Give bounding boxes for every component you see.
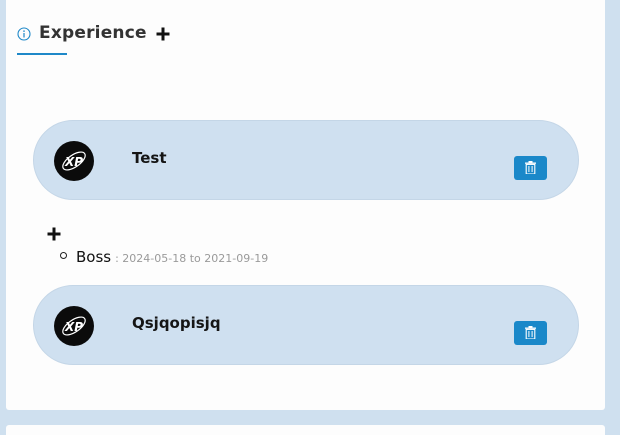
bullet-marker <box>60 252 67 259</box>
experience-card: XP Test <box>33 120 579 200</box>
section-title: Experience <box>39 23 147 43</box>
svg-text:XP: XP <box>64 155 83 169</box>
role-title: Boss <box>76 248 112 266</box>
role-list-item: Boss : 2024-05-18 to 2021-09-19 <box>60 248 268 266</box>
company-logo: XP <box>54 306 94 346</box>
trash-icon <box>525 159 536 178</box>
role-dates: : 2024-05-18 to 2021-09-19 <box>115 252 269 265</box>
trash-icon <box>525 324 536 343</box>
svg-text:XP: XP <box>64 320 83 334</box>
experience-panel: Experience XP Test Boss: 2024-05-18 to … <box>6 0 605 410</box>
delete-experience-button[interactable] <box>514 156 547 180</box>
experience-card: XP Qsjqopisjq <box>33 285 579 365</box>
next-panel-edge <box>6 425 605 435</box>
delete-experience-button[interactable] <box>514 321 547 345</box>
add-role-plus-icon[interactable] <box>47 226 61 241</box>
experience-name: Qsjqopisjq <box>132 314 221 332</box>
add-experience-plus-icon[interactable] <box>156 26 170 41</box>
section-header: Experience <box>17 21 170 45</box>
info-icon <box>17 26 31 41</box>
section-title-underline <box>17 53 67 55</box>
company-logo: XP <box>54 141 94 181</box>
experience-name: Test <box>132 149 167 167</box>
